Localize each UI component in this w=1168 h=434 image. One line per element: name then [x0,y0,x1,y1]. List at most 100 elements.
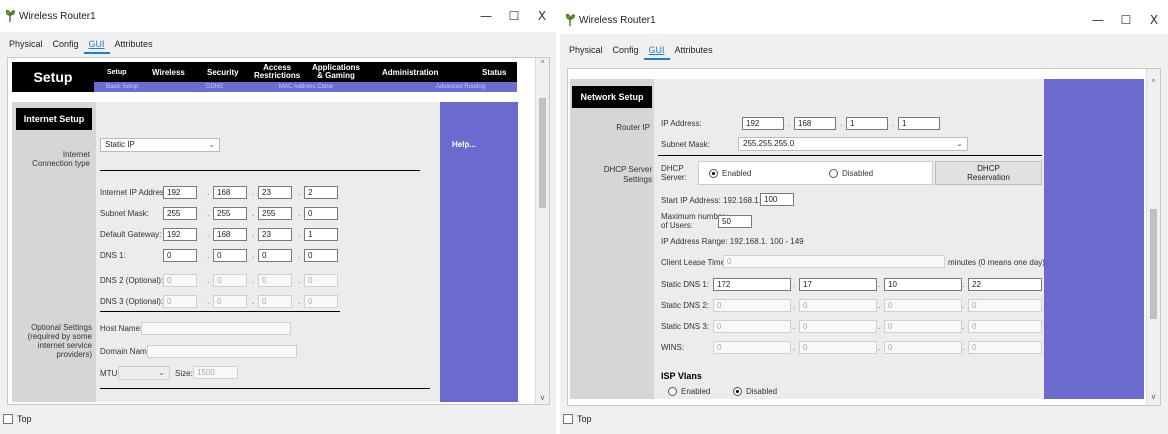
scroll-down-icon[interactable]: v [1147,391,1160,403]
ip-octet-input[interactable]: 1 [304,228,338,241]
ip-octet-input[interactable]: 0 [258,249,292,262]
scroll-down-icon[interactable]: v [536,392,549,404]
top-checkbox[interactable]: Top [3,414,32,424]
left-scrollbar[interactable]: ^ v [535,58,549,404]
tab-config[interactable]: Config [608,42,644,60]
mtu-select[interactable]: ⌄ [118,366,170,380]
dns-octet-input[interactable]: 0 [884,299,962,312]
maximize-button[interactable]: ☐ [500,9,528,23]
minimize-button[interactable]: — [1084,13,1112,27]
tab-gui[interactable]: GUI [83,36,110,54]
router-ip-octet-4[interactable]: 1 [898,117,940,130]
nav-access-restrictions[interactable]: Access Restrictions [254,64,300,80]
radio-selected-icon[interactable] [709,169,718,179]
radio-icon[interactable] [829,169,838,179]
isp-enabled-option[interactable]: Enabled [668,387,710,397]
dns-octet-input[interactable]: 0 [713,320,791,333]
help-link[interactable]: Help... [452,140,476,149]
ip-octet-input[interactable]: 255 [163,207,197,220]
tab-attributes[interactable]: Attributes [670,42,718,60]
max-users-input[interactable]: 50 [718,215,752,228]
subnav-ddns[interactable]: DDNS [206,82,223,92]
ip-octet-input[interactable]: 0 [163,295,197,308]
dns-octet-input[interactable]: 172 [713,278,791,291]
maximize-button[interactable]: ☐ [1112,13,1140,27]
router-ip-octet-2[interactable]: 168 [794,117,836,130]
top-checkbox[interactable]: Top [563,414,592,424]
scroll-up-icon[interactable]: ^ [1147,77,1160,89]
dhcp-enabled-option[interactable]: Enabled [709,169,751,179]
ip-octet-input[interactable]: 0 [163,274,197,287]
ip-octet-input[interactable]: 0 [304,207,338,220]
ip-octet-input[interactable]: 23 [258,228,292,241]
ip-octet-input[interactable]: 0 [213,295,247,308]
router-ip-octet-3[interactable]: 1 [846,117,888,130]
ip-octet-input[interactable]: 0 [304,274,338,287]
tab-gui[interactable]: GUI [643,42,670,60]
radio-icon[interactable] [668,387,677,397]
right-scrollbar[interactable]: ^ v [1146,69,1160,405]
nav-security[interactable]: Security [207,69,239,77]
tab-config[interactable]: Config [48,36,84,54]
scroll-thumb[interactable] [1150,209,1157,319]
subnav-basic-setup[interactable]: Basic Setup [106,82,138,92]
nav-wireless[interactable]: Wireless [152,69,185,77]
dns-octet-input[interactable]: 0 [713,299,791,312]
ip-octet-input[interactable]: 0 [258,274,292,287]
dns-octet-input[interactable]: 0 [884,320,962,333]
connection-type-select[interactable]: Static IP ⌄ [100,138,220,152]
host-name-input[interactable] [141,322,291,335]
dns-octet-input[interactable]: 0 [968,320,1042,333]
ip-octet-input[interactable]: 0 [163,249,197,262]
dns-octet-input[interactable]: 0 [968,299,1042,312]
dns-octet-input[interactable]: 17 [799,278,877,291]
ip-octet-input[interactable]: 0 [304,295,338,308]
nav-status[interactable]: Status [482,69,506,77]
tab-physical[interactable]: Physical [564,42,608,60]
dns-octet-input[interactable]: 0 [884,341,962,354]
subnav-advanced-routing[interactable]: Advanced Routing [436,82,485,92]
checkbox-icon[interactable] [3,414,13,424]
close-button[interactable]: X [528,9,556,23]
lease-time-input[interactable]: 0 [723,255,945,268]
tab-physical[interactable]: Physical [4,36,48,54]
domain-name-input[interactable] [147,345,297,358]
mtu-size-input[interactable]: 1500 [193,366,238,379]
router-ip-octet-1[interactable]: 192 [742,117,784,130]
ip-octet-input[interactable]: 0 [304,249,338,262]
nav-setup[interactable]: Setup [107,69,126,77]
ip-octet-input[interactable]: 192 [163,186,197,199]
ip-octet-input[interactable]: 255 [213,207,247,220]
isp-disabled-option[interactable]: Disabled [733,387,777,397]
ip-octet-input[interactable]: 168 [213,186,247,199]
minimize-button[interactable]: — [472,9,500,23]
dns-octet-input[interactable]: 0 [799,341,877,354]
ip-octet-input[interactable]: 0 [213,274,247,287]
dns-octet-input[interactable]: 22 [968,278,1042,291]
dhcp-disabled-option[interactable]: Disabled [829,169,873,179]
ip-octet-input[interactable]: 255 [258,207,292,220]
ip-octet-input[interactable]: 168 [213,228,247,241]
subnet-mask-select[interactable]: 255.255.255.0 ⌄ [738,137,968,151]
checkbox-icon[interactable] [563,414,573,424]
scroll-thumb[interactable] [539,98,546,208]
dns-octet-input[interactable]: 10 [884,278,962,291]
close-button[interactable]: X [1140,13,1168,27]
dhcp-reservation-button[interactable]: DHCP Reservation [935,161,1042,185]
radio-selected-icon[interactable] [733,387,742,397]
dns-octet-input[interactable]: 0 [713,341,791,354]
scroll-up-icon[interactable]: ^ [536,58,549,70]
subnav-mac-clone[interactable]: MAC Address Clone [279,82,333,92]
nav-applications-gaming[interactable]: Applications & Gaming [312,64,360,80]
tab-attributes[interactable]: Attributes [110,36,158,54]
dns-octet-input[interactable]: 0 [968,341,1042,354]
dns-octet-input[interactable]: 0 [799,320,877,333]
nav-administration[interactable]: Administration [382,69,438,77]
ip-octet-input[interactable]: 23 [258,186,292,199]
ip-octet-input[interactable]: 2 [304,186,338,199]
start-ip-input[interactable]: 100 [760,193,794,206]
ip-octet-input[interactable]: 192 [163,228,197,241]
ip-octet-input[interactable]: 0 [213,249,247,262]
dns-octet-input[interactable]: 0 [799,299,877,312]
ip-octet-input[interactable]: 0 [258,295,292,308]
